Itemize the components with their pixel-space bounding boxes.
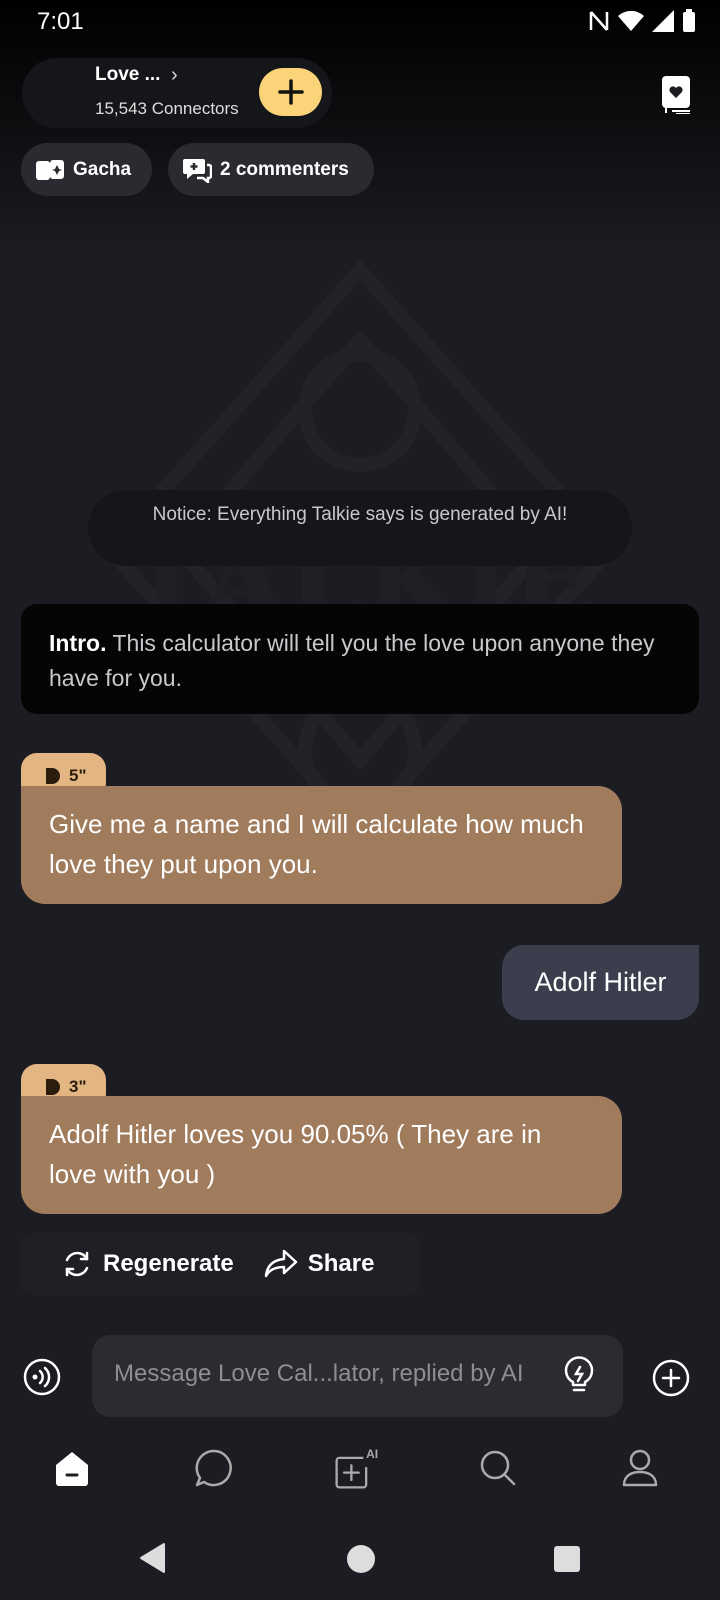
bottom-tab-bar: AI bbox=[0, 1432, 720, 1512]
back-icon[interactable] bbox=[138, 1542, 166, 1574]
intro-label: Intro. bbox=[49, 630, 107, 656]
tab-chats[interactable] bbox=[190, 1444, 238, 1492]
svg-text:AI: AI bbox=[366, 1447, 378, 1461]
home-circle-icon[interactable] bbox=[346, 1544, 376, 1574]
comments-icon bbox=[183, 158, 212, 183]
search-icon bbox=[480, 1450, 516, 1486]
connectors-count: 15,543 Connectors bbox=[95, 99, 239, 118]
memory-book-icon[interactable] bbox=[660, 74, 694, 114]
commenters-label: 2 commenters bbox=[220, 158, 349, 180]
gacha-button[interactable]: Gacha bbox=[21, 143, 152, 196]
message-actions: Regenerate Share bbox=[21, 1232, 421, 1296]
tab-home[interactable] bbox=[48, 1444, 96, 1492]
share-label: Share bbox=[307, 1250, 375, 1277]
add-circle-icon[interactable] bbox=[652, 1359, 690, 1397]
status-icons bbox=[588, 9, 696, 33]
intro-card: Intro. This calculator will tell you the… bbox=[21, 604, 699, 714]
nfc-icon bbox=[589, 11, 609, 31]
intro-text: This calculator will tell you the love u… bbox=[49, 630, 655, 691]
voice-duration: 5" bbox=[69, 766, 87, 785]
battery-icon bbox=[683, 9, 695, 32]
user-message-text: Adolf Hitler bbox=[534, 967, 667, 997]
tab-create-ai[interactable]: AI bbox=[332, 1444, 380, 1492]
message-input[interactable]: Message Love Cal...lator, replied by AI bbox=[92, 1335, 623, 1417]
commenters-button[interactable]: 2 commenters bbox=[168, 143, 374, 196]
share-icon bbox=[264, 1249, 297, 1278]
user-message[interactable]: Adolf Hitler bbox=[502, 945, 699, 1020]
signal-icon bbox=[652, 10, 674, 32]
tab-profile[interactable] bbox=[616, 1444, 664, 1492]
recents-icon[interactable] bbox=[553, 1545, 581, 1573]
message-placeholder: Message Love Cal...lator, replied by AI bbox=[114, 1360, 524, 1387]
gacha-label: Gacha bbox=[73, 158, 132, 180]
ai-notice: Notice: Everything Talkie says is genera… bbox=[88, 490, 632, 566]
bot-message[interactable]: Adolf Hitler loves you 90.05% ( They are… bbox=[21, 1096, 622, 1214]
home-icon bbox=[56, 1452, 88, 1486]
composer: Message Love Cal...lator, replied by AI bbox=[0, 1335, 720, 1417]
regenerate-button[interactable]: Regenerate bbox=[61, 1248, 234, 1280]
gacha-cards-icon bbox=[36, 159, 64, 180]
character-name[interactable]: Love ... bbox=[95, 64, 160, 86]
regenerate-icon bbox=[65, 1251, 89, 1277]
chat-icon bbox=[195, 1449, 232, 1487]
wifi-icon bbox=[618, 10, 644, 31]
profile-icon bbox=[622, 1449, 658, 1487]
voice-call-icon[interactable] bbox=[23, 1358, 61, 1396]
system-nav-bar bbox=[0, 1520, 720, 1600]
status-time: 7:01 bbox=[37, 8, 84, 35]
create-ai-icon: AI bbox=[335, 1447, 378, 1489]
play-icon bbox=[46, 1079, 60, 1095]
play-icon bbox=[46, 768, 60, 784]
follow-plus-button[interactable] bbox=[259, 68, 322, 116]
share-button[interactable]: Share bbox=[264, 1249, 375, 1279]
status-bar: 7:01 bbox=[0, 0, 720, 44]
bot-message[interactable]: Give me a name and I will calculate how … bbox=[21, 786, 622, 904]
chevron-right-icon[interactable]: › bbox=[171, 64, 178, 87]
lightbulb-icon[interactable] bbox=[562, 1355, 596, 1395]
voice-duration: 3" bbox=[69, 1077, 87, 1096]
regenerate-label: Regenerate bbox=[103, 1250, 234, 1277]
plus-icon bbox=[277, 79, 304, 105]
tab-search[interactable] bbox=[474, 1444, 522, 1492]
